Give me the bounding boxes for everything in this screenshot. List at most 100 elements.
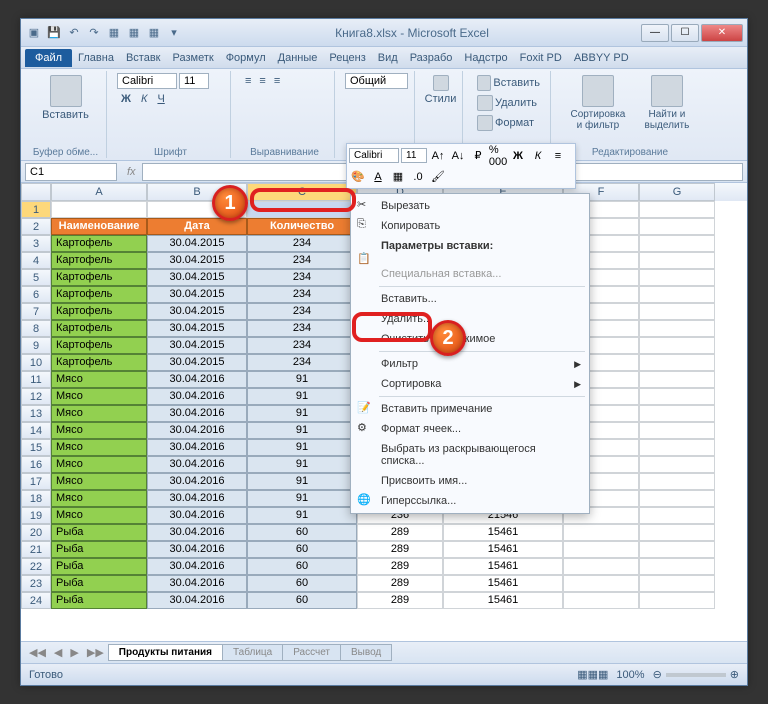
- align-icon[interactable]: ≡: [241, 73, 255, 89]
- cell[interactable]: [639, 218, 715, 235]
- cell[interactable]: 30.04.2015: [147, 269, 247, 286]
- cell[interactable]: 60: [247, 558, 357, 575]
- view-layout-icon[interactable]: ▦: [588, 668, 598, 681]
- fontsize-combo[interactable]: 11: [179, 73, 209, 89]
- tab-abbyy[interactable]: ABBYY PD: [568, 49, 635, 67]
- tab-foxit[interactable]: Foxit PD: [514, 49, 568, 67]
- cell[interactable]: [639, 507, 715, 524]
- cell[interactable]: 30.04.2015: [147, 303, 247, 320]
- cell[interactable]: 91: [247, 439, 357, 456]
- ctx-delete[interactable]: Удалить...: [351, 309, 589, 329]
- font-color-icon[interactable]: A: [369, 168, 387, 186]
- ctx-cut[interactable]: ✂Вырезать: [351, 196, 589, 216]
- cell[interactable]: 30.04.2016: [147, 439, 247, 456]
- cell[interactable]: [639, 252, 715, 269]
- sheet-nav-last[interactable]: ▶▶: [83, 644, 108, 661]
- cell[interactable]: Мясо: [51, 422, 147, 439]
- cell[interactable]: 30.04.2015: [147, 354, 247, 371]
- close-button[interactable]: ✕: [701, 24, 743, 42]
- cell[interactable]: [563, 524, 639, 541]
- cell[interactable]: Мясо: [51, 507, 147, 524]
- cell[interactable]: [563, 541, 639, 558]
- ctx-filter[interactable]: Фильтр▶: [351, 354, 589, 374]
- row-header[interactable]: 9: [21, 337, 51, 354]
- cell[interactable]: Картофель: [51, 252, 147, 269]
- shrink-font-icon[interactable]: A↓: [449, 147, 467, 165]
- qa-icon[interactable]: ▦: [105, 24, 123, 42]
- cell[interactable]: Картофель: [51, 303, 147, 320]
- cell[interactable]: 30.04.2016: [147, 592, 247, 609]
- tab-review[interactable]: Реценз: [323, 49, 371, 67]
- minimize-button[interactable]: —: [641, 24, 669, 42]
- cell[interactable]: Картофель: [51, 269, 147, 286]
- cell[interactable]: Картофель: [51, 320, 147, 337]
- cell[interactable]: [639, 592, 715, 609]
- cell[interactable]: [639, 473, 715, 490]
- align-icon[interactable]: ≡: [255, 73, 269, 89]
- cell[interactable]: [563, 558, 639, 575]
- cell[interactable]: [639, 337, 715, 354]
- qa-dropdown-icon[interactable]: ▾: [165, 24, 183, 42]
- cell[interactable]: 30.04.2015: [147, 286, 247, 303]
- cell[interactable]: 30.04.2016: [147, 575, 247, 592]
- cell[interactable]: [639, 541, 715, 558]
- row-header[interactable]: 14: [21, 422, 51, 439]
- sheet-tab[interactable]: Рассчет: [282, 644, 341, 661]
- cell[interactable]: 30.04.2016: [147, 388, 247, 405]
- cell[interactable]: 30.04.2016: [147, 507, 247, 524]
- cell[interactable]: [563, 592, 639, 609]
- row-header[interactable]: 15: [21, 439, 51, 456]
- border-icon[interactable]: ▦: [389, 168, 407, 186]
- cell[interactable]: 30.04.2015: [147, 337, 247, 354]
- format-painter-icon[interactable]: 🖌: [429, 168, 447, 186]
- cell[interactable]: Мясо: [51, 388, 147, 405]
- cell[interactable]: Картофель: [51, 286, 147, 303]
- row-header[interactable]: 16: [21, 456, 51, 473]
- cell[interactable]: 234: [247, 354, 357, 371]
- cell[interactable]: [639, 354, 715, 371]
- view-normal-icon[interactable]: ▦: [577, 668, 587, 681]
- tab-layout[interactable]: Разметк: [167, 49, 220, 67]
- cell[interactable]: 15461: [443, 541, 563, 558]
- fx-label[interactable]: fx: [121, 166, 142, 178]
- cell[interactable]: 60: [247, 592, 357, 609]
- font-combo[interactable]: Calibri: [117, 73, 177, 89]
- ctx-paste-option[interactable]: 📋: [351, 256, 589, 264]
- italic-icon[interactable]: К: [529, 147, 547, 165]
- cell[interactable]: [639, 524, 715, 541]
- tab-dev[interactable]: Разрабо: [404, 49, 459, 67]
- zoom-out-button[interactable]: ⊖: [653, 668, 662, 681]
- row-header[interactable]: 2: [21, 218, 51, 235]
- cell[interactable]: 30.04.2016: [147, 558, 247, 575]
- bold-icon[interactable]: Ж: [509, 147, 527, 165]
- sheet-nav-next[interactable]: ▶: [66, 644, 82, 661]
- row-header[interactable]: 12: [21, 388, 51, 405]
- tab-formulas[interactable]: Формул: [220, 49, 272, 67]
- styles-button[interactable]: Стили: [425, 73, 456, 107]
- cell[interactable]: 234: [247, 320, 357, 337]
- redo-icon[interactable]: ↷: [85, 24, 103, 42]
- zoom-level[interactable]: 100%: [616, 669, 644, 681]
- cell[interactable]: 289: [357, 558, 443, 575]
- tab-addins[interactable]: Надстро: [458, 49, 513, 67]
- row-header[interactable]: 4: [21, 252, 51, 269]
- cell[interactable]: Рыба: [51, 524, 147, 541]
- cell[interactable]: [563, 575, 639, 592]
- sheet-tab-active[interactable]: Продукты питания: [108, 644, 223, 661]
- cell[interactable]: 30.04.2016: [147, 473, 247, 490]
- cell[interactable]: [639, 422, 715, 439]
- ctx-sort[interactable]: Сортировка▶: [351, 374, 589, 394]
- cell[interactable]: 30.04.2015: [147, 252, 247, 269]
- ctx-clear[interactable]: Очистить содержимое: [351, 329, 589, 349]
- maximize-button[interactable]: ☐: [671, 24, 699, 42]
- view-break-icon[interactable]: ▦: [598, 668, 608, 681]
- sheet-nav-first[interactable]: ◀◀: [25, 644, 50, 661]
- cell[interactable]: 30.04.2016: [147, 541, 247, 558]
- number-format-combo[interactable]: Общий: [345, 73, 408, 89]
- cell[interactable]: 30.04.2016: [147, 422, 247, 439]
- cell[interactable]: 60: [247, 524, 357, 541]
- cell[interactable]: Мясо: [51, 473, 147, 490]
- row-header[interactable]: 3: [21, 235, 51, 252]
- cell[interactable]: 15461: [443, 592, 563, 609]
- row-header[interactable]: 19: [21, 507, 51, 524]
